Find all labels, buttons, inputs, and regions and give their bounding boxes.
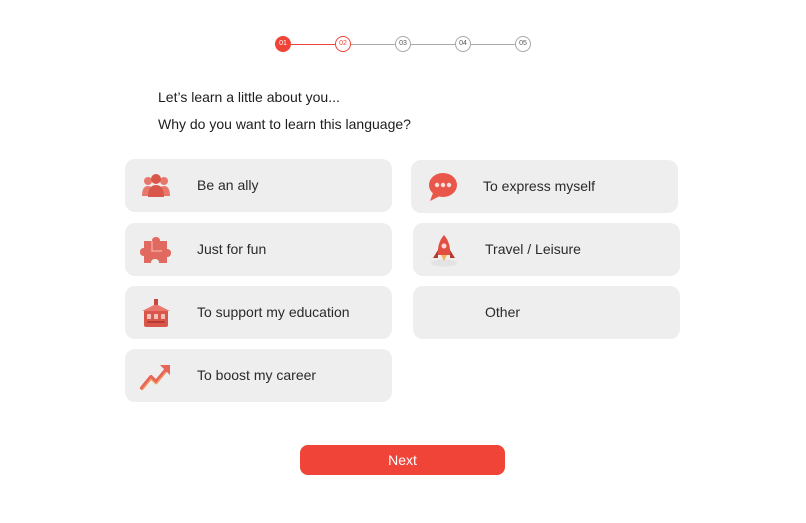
- option-label: To support my education: [197, 304, 350, 320]
- option-to-express-myself[interactable]: To express myself: [411, 160, 678, 213]
- option-other[interactable]: Other: [413, 286, 680, 339]
- stepper-line-4: [471, 44, 515, 45]
- option-label: Travel / Leisure: [485, 241, 581, 257]
- intro-heading: Let’s learn a little about you...: [158, 89, 340, 105]
- speech-bubble-icon: [429, 173, 457, 201]
- option-label: Other: [485, 304, 521, 320]
- option-label: To express myself: [483, 178, 596, 194]
- option-label: Be an ally: [197, 177, 259, 193]
- next-button[interactable]: Next: [300, 445, 505, 475]
- school-building-icon: [142, 299, 170, 327]
- trending-arrow-icon: [140, 365, 170, 391]
- option-label: Just for fun: [197, 241, 267, 257]
- puzzle-piece-icon: [140, 237, 171, 263]
- step-1: 01: [275, 36, 291, 52]
- step-3: 03: [395, 36, 411, 52]
- option-to-boost-my-career[interactable]: To boost my career: [125, 349, 392, 402]
- progress-stepper: 01 02 03 04 05: [275, 36, 531, 54]
- people-group-icon: [142, 174, 170, 197]
- step-2: 02: [335, 36, 351, 52]
- option-be-an-ally[interactable]: Be an ally: [125, 159, 392, 212]
- stepper-line-3: [411, 44, 455, 45]
- rocket-icon: [431, 235, 457, 267]
- option-to-support-my-education[interactable]: To support my education: [125, 286, 392, 339]
- question-heading: Why do you want to learn this language?: [158, 116, 411, 132]
- option-travel-leisure[interactable]: Travel / Leisure: [413, 223, 680, 276]
- option-label: To boost my career: [197, 367, 317, 383]
- option-just-for-fun[interactable]: Just for fun: [125, 223, 392, 276]
- step-5: 05: [515, 36, 531, 52]
- step-4: 04: [455, 36, 471, 52]
- stepper-line-2: [351, 44, 395, 45]
